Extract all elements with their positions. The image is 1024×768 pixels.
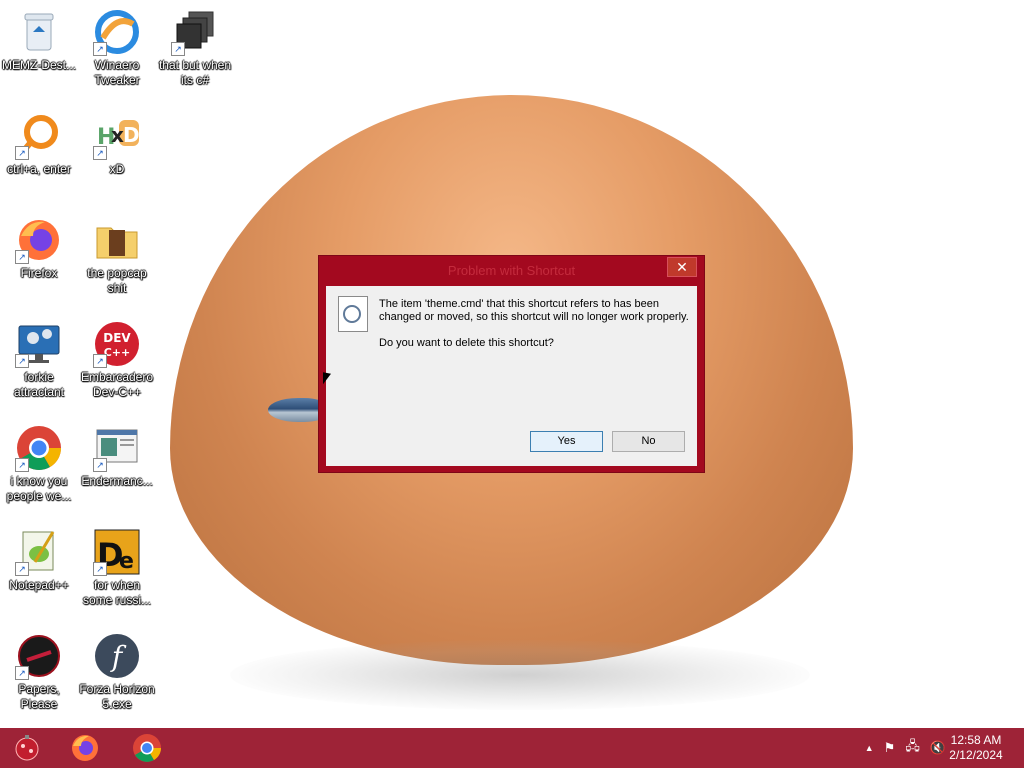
desktop-icon-popcap[interactable]: the popcap shit [78, 216, 156, 296]
taskbar-start-button[interactable] [10, 732, 44, 764]
recycle-bin-icon [15, 8, 63, 56]
hxd-icon: HxD ↗ [93, 112, 141, 160]
dialog-message: The item 'theme.cmd' that this shortcut … [379, 298, 689, 323]
desktop-icon-label: that but when its c# [158, 58, 232, 87]
show-hidden-icons-chevron-icon[interactable]: ▲ [865, 743, 874, 753]
taskbar-chrome[interactable] [130, 732, 164, 764]
desktop-icon-label: for when some russi... [82, 578, 151, 607]
desktop-icon-notepadpp[interactable]: ↗ Notepad++ [0, 528, 78, 593]
folder-icon [93, 216, 141, 264]
desktop-icon-label: Papers, Please [18, 682, 60, 711]
notepadpp-icon: ↗ [15, 528, 63, 576]
shortcut-arrow-icon: ↗ [93, 146, 107, 160]
dialog-body: The item 'theme.cmd' that this shortcut … [326, 286, 697, 466]
desktop-icon-label: Firefox [20, 266, 58, 280]
winaero-icon: ↗ [93, 8, 141, 56]
desktop-icon-label: Forza Horizon 5.exe [79, 682, 155, 711]
start-ornament-icon [15, 735, 39, 761]
yes-button[interactable]: Yes [530, 431, 603, 452]
svg-text:e: e [119, 549, 134, 574]
network-icon[interactable]: 🖧 [905, 737, 920, 759]
system-tray: ▲ ⚑ 🖧 🔇 [865, 738, 946, 758]
firefox-icon [72, 735, 98, 761]
shortcut-arrow-icon: ↗ [93, 354, 107, 368]
svg-text:C++: C++ [104, 346, 131, 359]
dialog-title: Problem with Shortcut [447, 263, 576, 278]
desktop-icon-label: ctrl+a, enter [7, 162, 71, 176]
desktop-icon-label: forkie attractant [13, 370, 65, 399]
shortcut-arrow-icon: ↗ [15, 666, 29, 680]
desktop-icon-label: the popcap shit [87, 266, 147, 295]
clock-date: 2/12/2024 [949, 748, 1003, 762]
settings-monitor-icon: ↗ [15, 320, 63, 368]
document-search-icon [338, 296, 368, 332]
desktop-icon-chrome[interactable]: ↗ i know you people we... [0, 424, 78, 504]
desktop-icon-devcpp[interactable]: DEV C++ ↗ Embarcadero Dev-C++ [78, 320, 156, 400]
taskbar-firefox[interactable] [68, 732, 102, 764]
magnifier-icon: ↗ [15, 112, 63, 160]
problem-with-shortcut-dialog: Problem with Shortcut ✕ The item 'theme.… [318, 255, 705, 473]
desktop-icon-forza[interactable]: f Forza Horizon 5.exe [78, 632, 156, 712]
shortcut-arrow-icon: ↗ [15, 354, 29, 368]
shortcut-arrow-icon: ↗ [93, 562, 107, 576]
desktop-icon-winaero[interactable]: ↗ Winaero Tweaker [78, 8, 156, 88]
shortcut-arrow-icon: ↗ [15, 250, 29, 264]
papers-please-icon: ↗ [15, 632, 63, 680]
mouse-cursor-icon [323, 372, 331, 386]
desktop-icon-firefox[interactable]: ↗ Firefox [0, 216, 78, 281]
stacked-windows-icon: ↗ [171, 8, 219, 56]
taskbar: ▲ ⚑ 🖧 🔇 12:58 AM 2/12/2024 [0, 728, 1024, 768]
volume-muted-icon[interactable]: 🔇 [930, 740, 946, 756]
chrome-icon [133, 734, 161, 762]
desktop: MEMZ-Dest... ↗ ctrl+a, enter ↗ Firefox ↗… [0, 0, 1024, 728]
desktop-icon-endermanch[interactable]: ↗ Endermanc... [78, 424, 156, 489]
desktop-icon-memz[interactable]: MEMZ-Dest... [0, 8, 78, 73]
firefox-icon: ↗ [15, 216, 63, 264]
egg-shadow [230, 640, 810, 710]
desktop-icon-label: Winaero Tweaker [94, 58, 140, 87]
desktop-icon-forkie[interactable]: ↗ forkie attractant [0, 320, 78, 400]
svg-text:D: D [123, 123, 140, 147]
shortcut-arrow-icon: ↗ [15, 458, 29, 472]
svg-text:DEV: DEV [103, 331, 131, 345]
desktop-icon-label: i know you people we... [6, 474, 72, 503]
shortcut-arrow-icon: ↗ [15, 562, 29, 576]
close-button[interactable]: ✕ [667, 257, 697, 277]
clock-time: 12:58 AM [950, 733, 1002, 747]
clock[interactable]: 12:58 AM 2/12/2024 [946, 733, 1006, 763]
desktop-icon-ctrl-a[interactable]: ↗ ctrl+a, enter [0, 112, 78, 177]
desktop-icon-label: Embarcadero Dev-C++ [80, 370, 154, 399]
flash-icon: f [93, 632, 141, 680]
desktop-icon-label: MEMZ-Dest... [2, 58, 76, 72]
desktop-icon-papers-please[interactable]: ↗ Papers, Please [0, 632, 78, 712]
desktop-icon-label: xD [109, 162, 125, 176]
de-icon: De ↗ [93, 528, 141, 576]
desktop-icon-xd[interactable]: HxD ↗ xD [78, 112, 156, 177]
no-button[interactable]: No [612, 431, 685, 452]
shortcut-arrow-icon: ↗ [93, 42, 107, 56]
desktop-icon-label: Notepad++ [9, 578, 69, 592]
shortcut-arrow-icon: ↗ [15, 146, 29, 160]
chrome-icon: ↗ [15, 424, 63, 472]
dialog-question: Do you want to delete this shortcut? [379, 337, 554, 349]
window-app-icon: ↗ [93, 424, 141, 472]
shortcut-arrow-icon: ↗ [93, 458, 107, 472]
desktop-icon-russian[interactable]: De ↗ for when some russi... [78, 528, 156, 608]
desktop-icon-that-but-csharp[interactable]: ↗ that but when its c# [156, 8, 234, 88]
desktop-icon-label: Endermanc... [81, 474, 153, 488]
action-center-flag-icon[interactable]: ⚑ [884, 740, 896, 756]
shortcut-arrow-icon: ↗ [171, 42, 185, 56]
devcpp-icon: DEV C++ ↗ [93, 320, 141, 368]
